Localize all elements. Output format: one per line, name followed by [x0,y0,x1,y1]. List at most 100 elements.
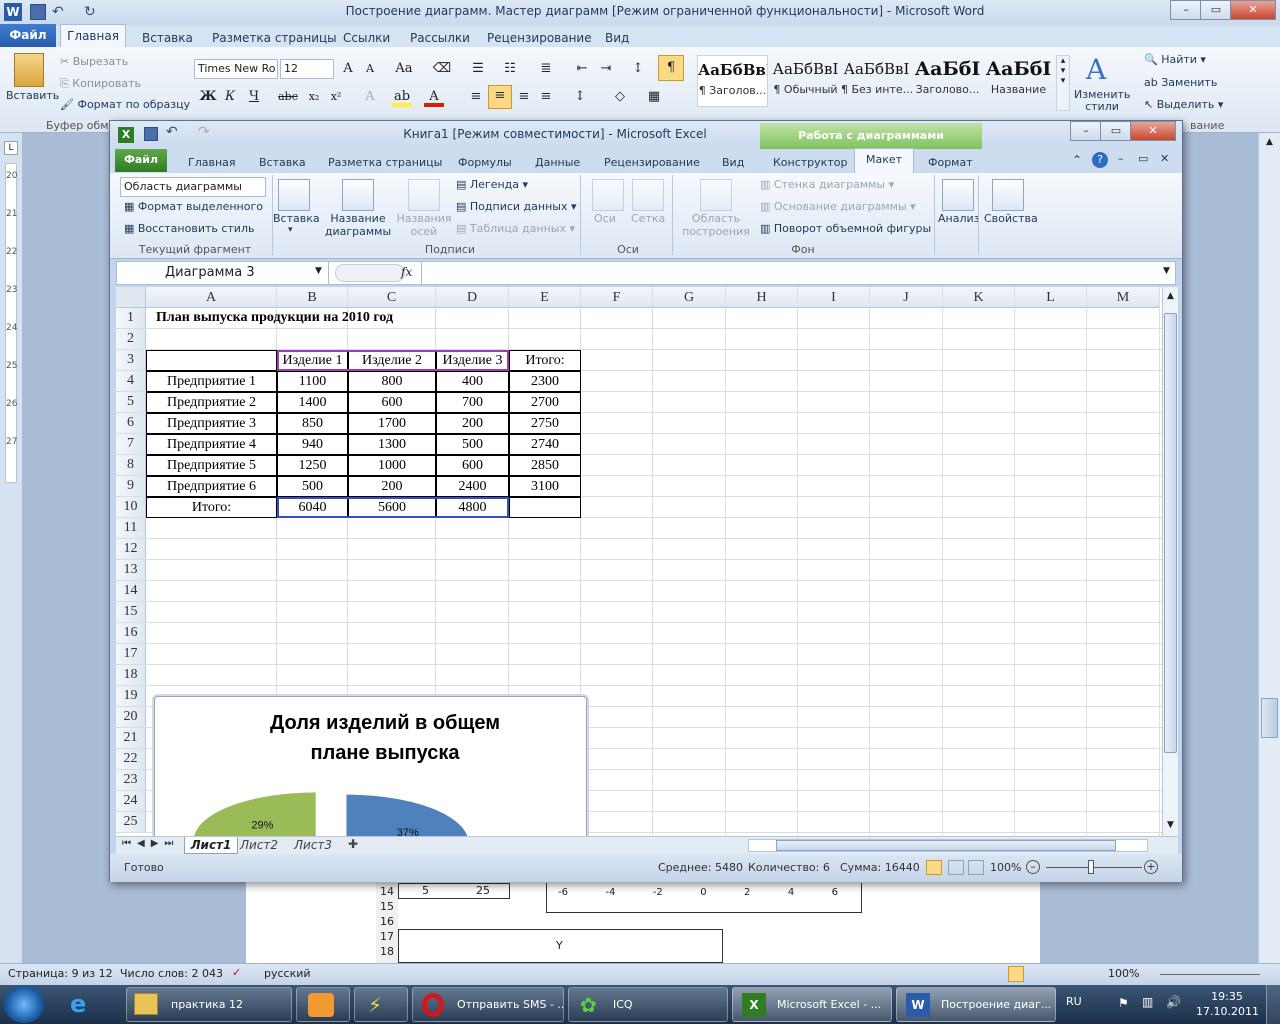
print-layout-icon[interactable] [1008,966,1024,982]
pie-data-label[interactable]: 37% [397,827,419,836]
normal-view-icon[interactable] [926,860,942,875]
table-cell[interactable]: 2300 [509,371,581,392]
network-icon[interactable]: ▥ [1142,995,1153,1009]
help-icon[interactable]: ? [1092,152,1108,168]
table-cell[interactable]: 400 [436,371,509,392]
word-tab-mailings[interactable]: Рассылки [410,28,470,48]
replace-button[interactable]: ab Заменить [1144,76,1217,89]
proofing-icon[interactable]: ✓ [232,966,241,979]
column-header[interactable]: M [1087,287,1160,308]
bold-button[interactable]: Ж [198,87,218,107]
pie-data-label[interactable]: 29% [251,819,273,831]
ie-icon[interactable]: e [70,990,100,1018]
zoom-in-icon[interactable]: + [1144,860,1158,874]
row-header[interactable]: 13 [116,560,146,581]
select-button[interactable]: ↖ Выделить ▾ [1144,98,1223,111]
show-desktop-button[interactable] [1266,985,1280,1024]
table-header-cell[interactable]: Изделие 3 [436,350,509,371]
chart-title-button[interactable]: Название диаграммы [320,212,396,238]
row-header[interactable]: 25 [116,812,146,833]
excel-tab-formulas[interactable]: Формулы [458,153,512,173]
subscript-button[interactable]: x₂ [304,87,324,107]
language-indicator[interactable]: русский [264,967,311,980]
embedded-pie-chart[interactable]: Доля изделий в общем плане выпуска 37%34… [154,696,587,836]
workbook-restore-button[interactable]: ▭ [1138,152,1148,165]
highlight-icon[interactable]: ab [392,87,412,107]
excel-undo-icon[interactable]: ↶ [166,124,178,140]
sheet-tab-2[interactable]: Лист2 [240,838,278,852]
insert-dropdown-icon[interactable]: ▾ [288,225,293,235]
align-center-icon[interactable]: ≡ [488,85,512,109]
align-right-icon[interactable]: ≡ [514,87,534,107]
3d-rotation-button[interactable]: ▥ Поворот объемной фигуры [760,222,931,235]
excel-tab-file[interactable]: Файл [115,149,167,172]
row-header[interactable]: 7 [116,434,146,455]
page-count[interactable]: Страница: 9 из 12 [8,967,113,980]
workbook-minimize-button[interactable]: – [1118,152,1124,165]
excel-redo-icon[interactable]: ↷ [198,124,210,140]
table-cell[interactable]: 850 [277,413,348,434]
table-header-cell[interactable] [146,350,277,371]
table-total-cell[interactable]: Итого: [146,497,277,518]
font-color-icon[interactable]: A [424,87,444,107]
align-left-icon[interactable]: ≡ [466,87,486,107]
table-cell[interactable]: Предприятие 3 [146,413,277,434]
increase-indent-icon[interactable]: ⇥ [596,59,616,79]
start-button[interactable] [4,986,44,1023]
sheet-tab-1[interactable]: Лист1 [184,837,238,854]
insert-button[interactable]: Вставка [273,212,320,225]
table-cell[interactable]: 2740 [509,434,581,455]
undo-icon[interactable]: ↶ [52,4,68,20]
shading-icon[interactable]: ◇ [610,87,630,107]
save-icon[interactable] [30,4,46,20]
row-header[interactable]: 5 [116,392,146,413]
zoom-out-icon[interactable]: – [1026,860,1040,874]
excel-zoom-slider[interactable] [1046,867,1142,868]
worksheet-grid[interactable]: ABCDEFGHIJKLM 1 2 3 4 5 6 7 8 9 10 11 12 13 14 15 16 17 1… [116,287,1162,836]
sheet-tab-3[interactable]: Лист3 [294,838,332,852]
excel-tab-format[interactable]: Формат [928,153,973,173]
row-header[interactable]: 17 [116,644,146,665]
word-tab-file[interactable]: Файл [0,24,56,47]
font-name-combo[interactable]: Times New Ro [194,59,278,79]
table-cell[interactable]: 2400 [436,476,509,497]
scroll-down-icon[interactable]: ▼ [1163,820,1178,832]
borders-icon[interactable]: ▦ [644,87,664,107]
row-header[interactable]: 10 [116,497,146,518]
row-header[interactable]: 18 [116,665,146,686]
volume-icon[interactable]: 🔊 [1166,995,1181,1009]
data-labels-button[interactable]: ▤ Подписи данных ▾ [456,200,577,213]
strikethrough-button[interactable]: abc [278,87,298,107]
cut-button[interactable]: ✂ Вырезать [60,55,128,68]
table-cell[interactable]: 940 [277,434,348,455]
paste-icon[interactable] [14,53,44,87]
action-center-icon[interactable]: ⚑ [1118,996,1129,1010]
row-header[interactable]: 23 [116,770,146,791]
style-heading[interactable]: АаБбI Заголово... [912,55,983,107]
properties-icon[interactable] [992,179,1024,211]
reset-style-button[interactable]: ▦ Восстановить стиль [124,222,254,235]
find-button[interactable]: 🔍 Найти ▾ [1144,53,1206,66]
scroll-thumb[interactable] [1261,698,1278,738]
italic-button[interactable]: К [220,87,240,107]
sheet-title-cell[interactable]: План выпуска продукции на 2010 год [146,308,393,329]
table-total-cell[interactable]: 4800 [436,497,509,518]
grow-font-button[interactable]: A [338,59,358,79]
chart-elements-combo[interactable]: Область диаграммы [120,177,266,197]
column-header[interactable]: L [1015,287,1087,308]
table-cell[interactable]: 3100 [509,476,581,497]
insert-function-icon[interactable]: fx [401,265,412,279]
table-cell[interactable]: 800 [348,371,436,392]
analysis-icon[interactable] [942,179,974,211]
table-cell[interactable]: Предприятие 1 [146,371,277,392]
excel-tab-insert[interactable]: Вставка [259,153,306,173]
scroll-up-icon[interactable]: ▲ [1163,291,1178,303]
horizontal-scroll-thumb[interactable] [776,840,1116,851]
word-count[interactable]: Число слов: 2 043 [120,967,223,980]
excel-tab-review[interactable]: Рецензирование [604,153,700,173]
justify-icon[interactable]: ≡ [536,87,556,107]
word-zoom-slider[interactable] [1160,974,1260,975]
paste-button[interactable]: Вставить [6,89,59,102]
row-header[interactable]: 2 [116,329,146,350]
bullets-icon[interactable]: ☰ [468,59,488,79]
